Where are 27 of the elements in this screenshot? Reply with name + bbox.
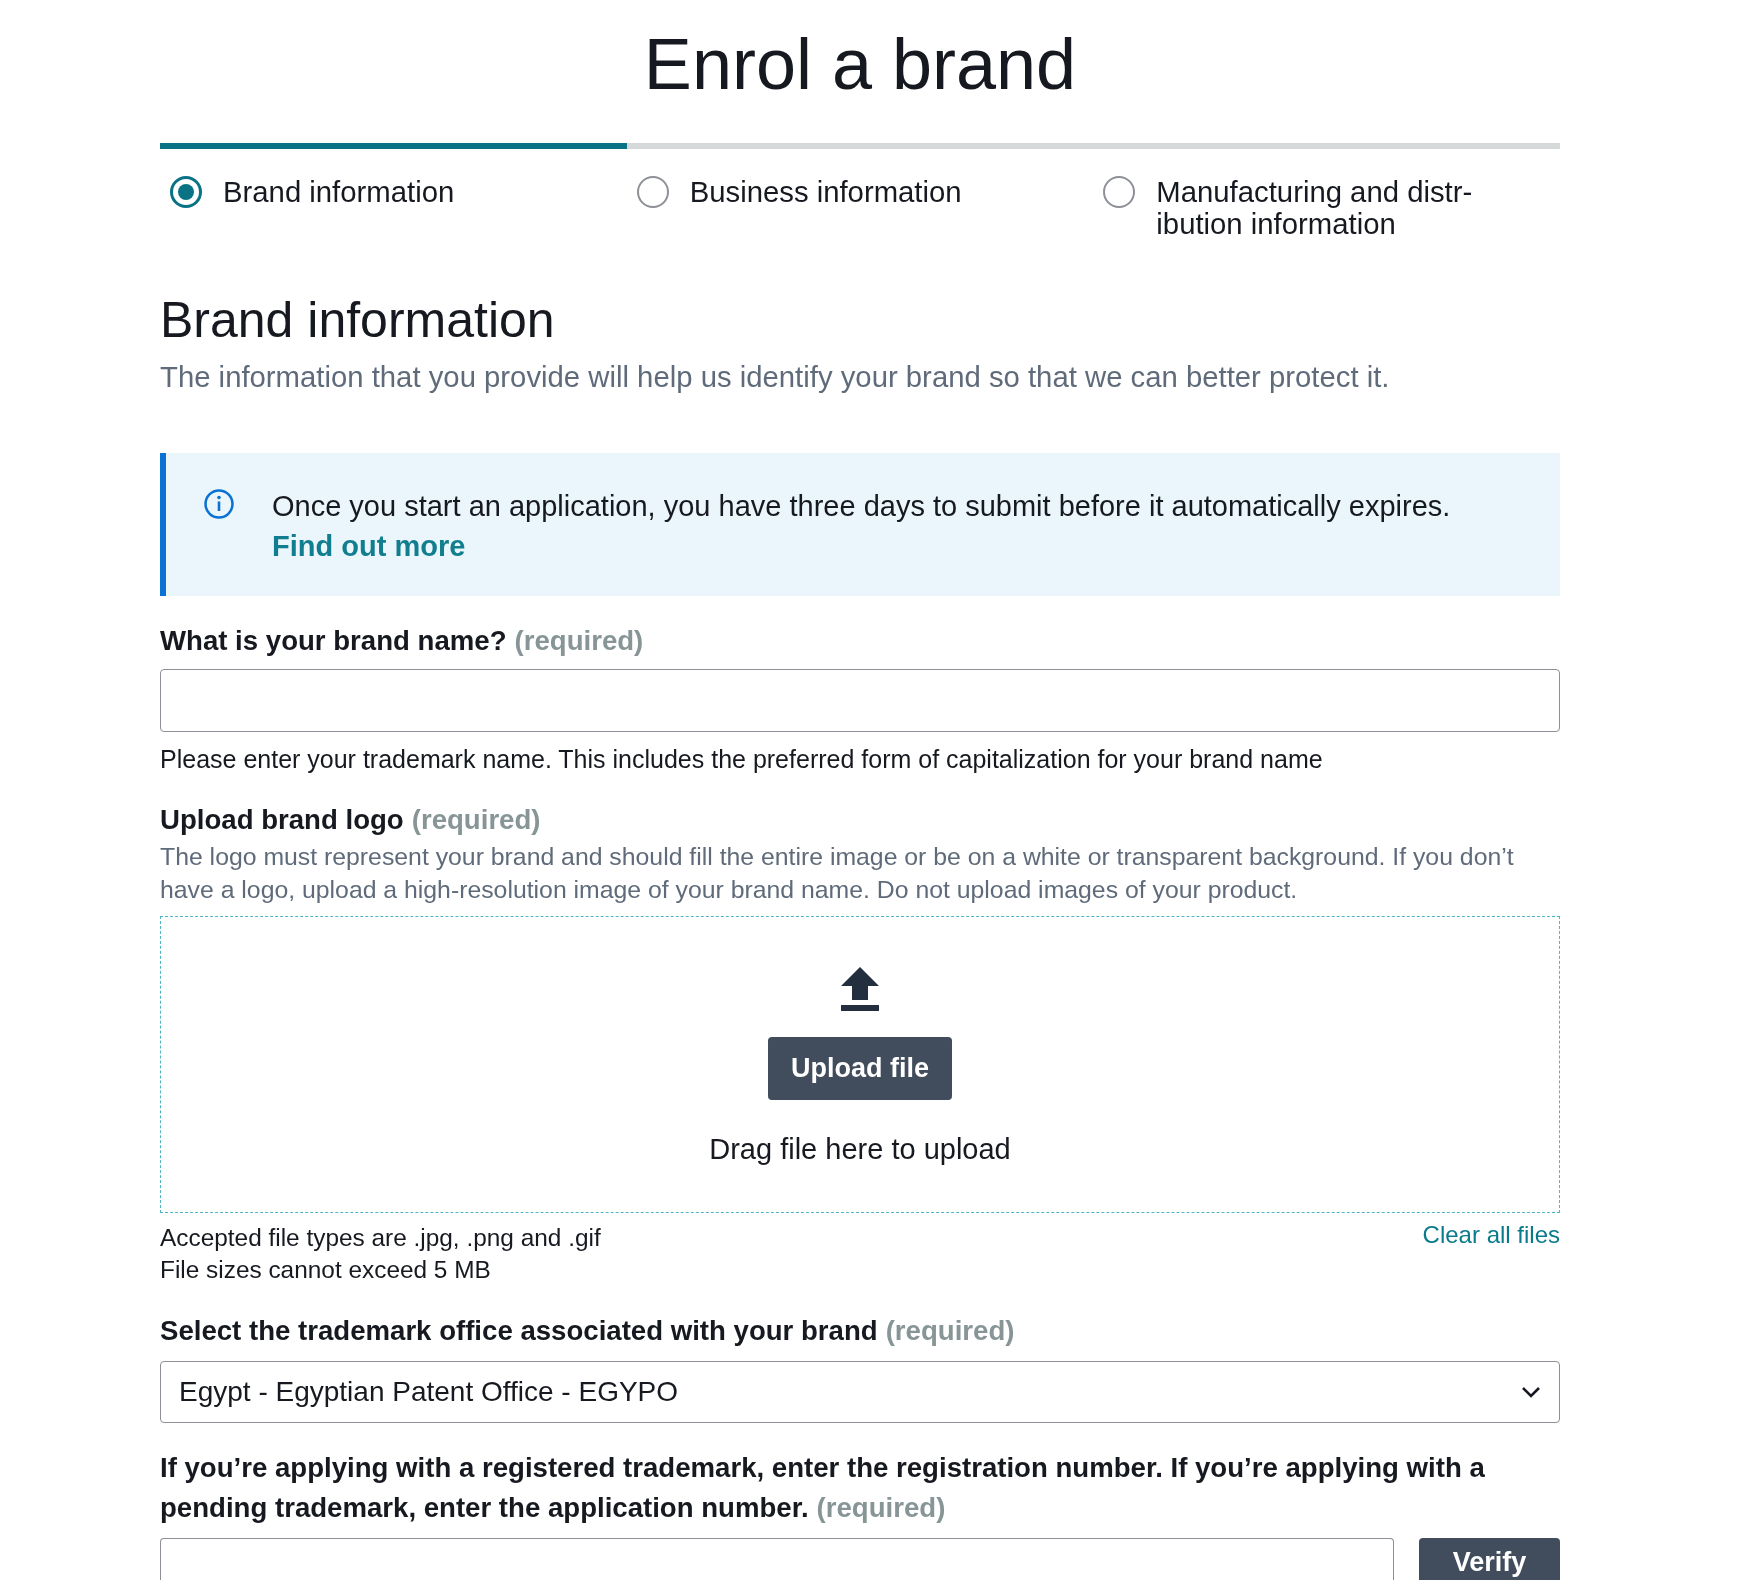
file-drop-zone[interactable]: Upload file Drag file here to upload bbox=[160, 916, 1560, 1213]
page-title: Enrol a brand bbox=[642, 23, 1078, 106]
field-label: What is your brand name? (required) bbox=[160, 624, 645, 658]
field-label: Upload brand logo (required) bbox=[160, 803, 542, 837]
clear-files-link[interactable]: Clear all files bbox=[1422, 1222, 1560, 1248]
field-label: If you’re applying with a registered trademark, enter the registration number. If you’re applying with a pending trademark, enter the application number. (required) bbox=[160, 1451, 1486, 1525]
upload-icon bbox=[840, 967, 880, 1012]
select-dropdown[interactable]: Egypt - Egyptian Patent Office - EGYPO bbox=[160, 1361, 1560, 1423]
notice-text: Once you start an application, you have three days to submit before it automatically expires. Find out more bbox=[272, 489, 1452, 564]
file-note: File sizes cannot exceed 5 MB bbox=[160, 1255, 492, 1285]
field-label: Select the trademark office associated with your brand (required) bbox=[160, 1314, 1016, 1348]
step-label: Manufacturing and distr-ibution information bbox=[1156, 176, 1474, 240]
verify-button[interactable]: Verify bbox=[1419, 1538, 1560, 1580]
drop-hint: Drag file here to upload bbox=[709, 1132, 1011, 1166]
step-label: Business information bbox=[689, 176, 962, 208]
chevron-down-icon bbox=[1521, 1386, 1541, 1398]
find-out-more-link[interactable]: Find out more bbox=[272, 530, 466, 562]
section-description: The information that you provide will help us identify your brand so that we can better protect it. bbox=[160, 359, 1391, 395]
field-hint: Please enter your trademark name. This includes the preferred form of capitalization for your brand name bbox=[160, 744, 1324, 775]
step-label: Brand information bbox=[223, 176, 455, 208]
text-input[interactable] bbox=[160, 1538, 1394, 1580]
file-note: Accepted file types are .jpg, .png and .gif bbox=[160, 1223, 601, 1253]
field-description: The logo must represent your brand and should fill the entire image or be on a white or transparent background. If you don’t have a logo, upload a high-resolution image of your brand name. Do not upload images of your product. bbox=[160, 842, 1515, 905]
upload-button[interactable]: Upload file bbox=[768, 1037, 952, 1100]
info-icon bbox=[204, 489, 234, 519]
section-title: Brand information bbox=[160, 291, 556, 349]
text-input[interactable] bbox=[160, 669, 1560, 732]
